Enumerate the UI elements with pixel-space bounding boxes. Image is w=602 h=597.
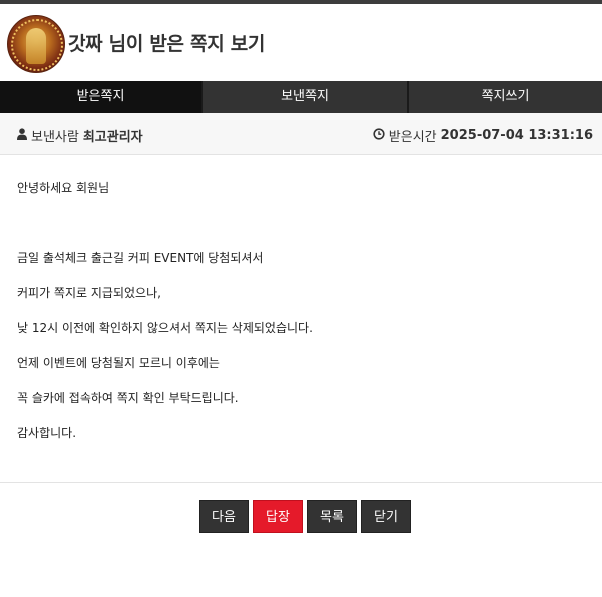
list-button[interactable]: 목록 [307, 500, 357, 533]
message-line: 금일 출석체크 출근길 커피 EVENT에 당첨되셔서 [17, 251, 264, 265]
message-info-bar: 보낸사람 최고관리자 받은시간 2025-07-04 13:31:16 [0, 113, 602, 155]
user-icon [17, 127, 27, 144]
received-time: 2025-07-04 13:31:16 [440, 128, 593, 143]
avatar-figure [26, 28, 46, 64]
message-line: 언제 이벤트에 당첨될지 모르니 이후에는 [17, 356, 220, 370]
tab-write[interactable]: 쪽지쓰기 [409, 81, 602, 113]
next-button[interactable]: 다음 [199, 500, 249, 533]
tab-received[interactable]: 받은쪽지 [0, 81, 203, 113]
message-body: 안녕하세요 회원님 금일 출석체크 출근길 커피 EVENT에 당첨되셔서 커피… [17, 180, 587, 460]
received-label: 받은시간 [388, 130, 437, 145]
message-line: 커피가 쪽지로 지급되었으나, [17, 286, 161, 300]
clock-icon [373, 127, 385, 144]
page-title: 갓짜 님이 받은 쪽지 보기 [68, 33, 266, 55]
sender-info: 보낸사람 최고관리자 [17, 126, 143, 145]
action-buttons: 다음 답장 목록 닫기 [199, 500, 411, 533]
content-divider [0, 482, 602, 483]
tab-sent[interactable]: 보낸쪽지 [203, 81, 409, 113]
message-line: 낮 12시 이전에 확인하지 않으셔서 쪽지는 삭제되었습니다. [17, 321, 313, 335]
sender-name: 최고관리자 [82, 130, 143, 145]
sender-label: 보낸사람 [31, 130, 79, 145]
reply-button[interactable]: 답장 [253, 500, 303, 533]
message-line: 꼭 슬카에 접속하여 쪽지 확인 부탁드립니다. [17, 391, 239, 405]
message-tabs: 받은쪽지 보낸쪽지 쪽지쓰기 [0, 81, 602, 113]
close-button[interactable]: 닫기 [361, 500, 411, 533]
profile-avatar [7, 15, 65, 73]
message-line: 감사합니다. [17, 426, 77, 440]
page-header: 갓짜 님이 받은 쪽지 보기 [0, 4, 602, 81]
message-line: 안녕하세요 회원님 [17, 181, 110, 195]
received-info: 받은시간 2025-07-04 13:31:16 [373, 126, 593, 145]
